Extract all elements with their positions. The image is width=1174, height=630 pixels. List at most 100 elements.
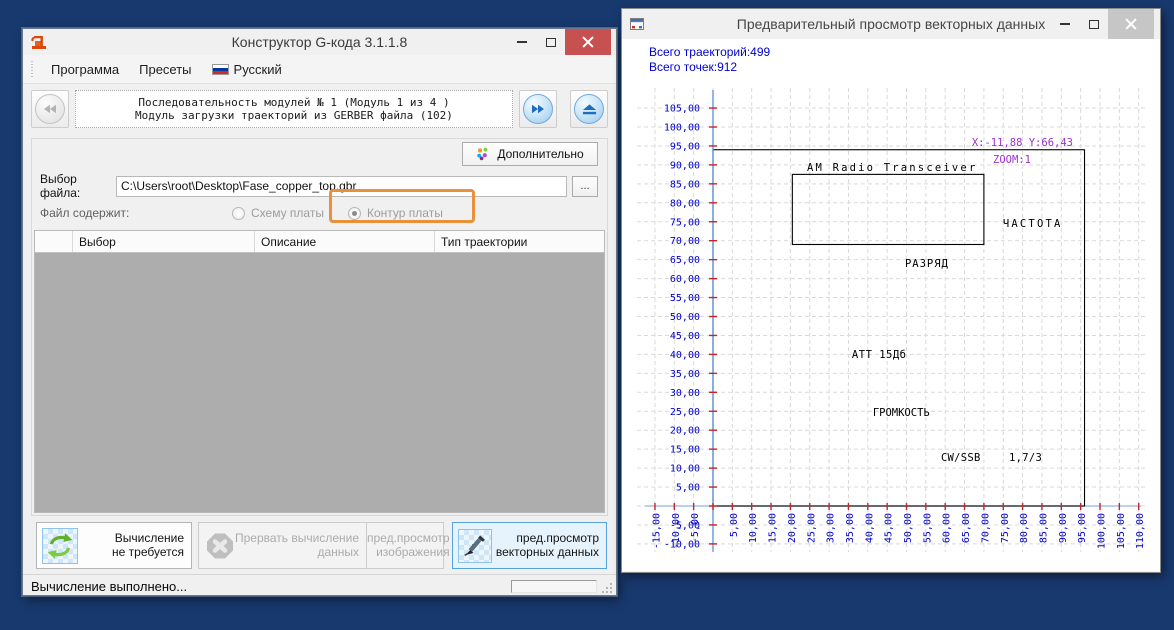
maximize-button[interactable] bbox=[1079, 9, 1108, 39]
resize-grip-icon[interactable] bbox=[600, 580, 614, 596]
module-sequence-display: Последовательность модулей № 1 (Модуль 1… bbox=[75, 90, 513, 128]
abort-calculation-button[interactable]: Прервать вычисление данных bbox=[198, 522, 367, 569]
browse-button[interactable]: ... bbox=[572, 175, 598, 197]
svg-text:X:-11,88 Y:66,43: X:-11,88 Y:66,43 bbox=[972, 137, 1073, 149]
minimize-icon bbox=[1059, 23, 1070, 25]
table-header-description[interactable]: Описание bbox=[255, 231, 435, 252]
abort-label-line2: данных bbox=[317, 544, 360, 559]
svg-text:РАЗРЯД: РАЗРЯД bbox=[905, 258, 949, 270]
maximize-icon bbox=[545, 37, 556, 47]
svg-text:55,00: 55,00 bbox=[922, 513, 933, 543]
svg-text:65,00: 65,00 bbox=[961, 513, 972, 543]
svg-text:35,00: 35,00 bbox=[670, 369, 700, 380]
status-text: Вычисление выполнено... bbox=[31, 578, 188, 594]
svg-text:80,00: 80,00 bbox=[1019, 513, 1030, 543]
highlight-annotation bbox=[329, 189, 475, 223]
table-header-choice[interactable]: Выбор bbox=[73, 231, 255, 252]
preview-client-area: Всего траекторий:499 Всего точек:912 AM … bbox=[622, 39, 1160, 571]
radio-board-schematic[interactable]: Схему платы bbox=[232, 206, 324, 220]
svg-text:50,00: 50,00 bbox=[670, 312, 700, 323]
maximize-icon bbox=[1088, 19, 1099, 29]
pen-curve-icon bbox=[458, 528, 492, 563]
svg-text:АТТ 15Дб: АТТ 15Дб bbox=[852, 349, 907, 361]
total-trajectories: Всего траекторий:499 bbox=[649, 45, 771, 59]
app-icon bbox=[31, 36, 46, 49]
svg-text:70,00: 70,00 bbox=[980, 513, 991, 543]
svg-text:55,00: 55,00 bbox=[670, 293, 700, 304]
svg-text:60,00: 60,00 bbox=[942, 513, 953, 543]
radio-unselected-icon bbox=[232, 206, 245, 220]
close-button[interactable] bbox=[565, 29, 611, 55]
table-header-trajectory-type[interactable]: Тип траектории bbox=[435, 231, 604, 252]
preview-vector-button[interactable]: пред.просмотр векторных данных bbox=[452, 522, 607, 569]
preview-window: Предварительный просмотр векторных данны… bbox=[621, 8, 1161, 573]
svg-text:100,00: 100,00 bbox=[1097, 513, 1108, 549]
gcode-titlebar[interactable]: Конструктор G-кода 3.1.1.8 bbox=[23, 29, 616, 55]
svg-text:AM Radio Transceiver: AM Radio Transceiver bbox=[807, 162, 977, 174]
preview-vector-line1: пред.просмотр bbox=[516, 531, 599, 545]
menu-presets[interactable]: Пресеты bbox=[129, 58, 201, 81]
menu-language[interactable]: Русский bbox=[202, 58, 292, 81]
svg-text:20,00: 20,00 bbox=[787, 513, 798, 543]
preview-vector-line2: векторных данных bbox=[495, 544, 599, 559]
svg-text:30,00: 30,00 bbox=[670, 388, 700, 399]
svg-text:45,00: 45,00 bbox=[670, 331, 700, 342]
winform-icon bbox=[630, 17, 644, 30]
svg-text:65,00: 65,00 bbox=[670, 255, 700, 266]
minimize-button[interactable] bbox=[507, 29, 536, 55]
preview-titlebar[interactable]: Предварительный просмотр векторных данны… bbox=[622, 9, 1160, 39]
preview-caption-buttons bbox=[1050, 9, 1160, 39]
svg-text:70,00: 70,00 bbox=[670, 236, 700, 247]
svg-text:ГРОМКОСТЬ: ГРОМКОСТЬ bbox=[873, 407, 930, 419]
svg-text:-5,00: -5,00 bbox=[670, 520, 700, 531]
svg-text:60,00: 60,00 bbox=[670, 274, 700, 285]
module-line1: Последовательность модулей № 1 (Модуль 1… bbox=[138, 96, 450, 109]
menu-grip-icon bbox=[31, 61, 33, 77]
vector-plot[interactable]: AM Radio Transceiver ЧАСТОТА РАЗРЯД АТТ 15Д… bbox=[637, 88, 1146, 552]
svg-text:50,00: 50,00 bbox=[903, 513, 914, 543]
svg-text:75,00: 75,00 bbox=[1000, 513, 1011, 543]
eject-module-button[interactable] bbox=[570, 90, 608, 128]
svg-text:85,00: 85,00 bbox=[1038, 513, 1049, 543]
table-body-empty[interactable] bbox=[35, 253, 604, 512]
svg-text:20,00: 20,00 bbox=[670, 426, 700, 437]
svg-text:ЧАСТОТА: ЧАСТОТА bbox=[1003, 218, 1063, 230]
next-module-button[interactable] bbox=[519, 90, 557, 128]
svg-text:100,00: 100,00 bbox=[664, 123, 700, 134]
svg-text:85,00: 85,00 bbox=[670, 179, 700, 190]
gcode-window: Конструктор G-кода 3.1.1.8 Программа Пре… bbox=[22, 28, 617, 596]
menu-program[interactable]: Программа bbox=[41, 58, 129, 81]
actions-toolbar: Вычисление не требуется Прервать вычисле… bbox=[27, 522, 607, 569]
prev-module-button[interactable] bbox=[31, 90, 69, 128]
statusbar: Вычисление выполнено... bbox=[23, 574, 616, 597]
svg-text:25,00: 25,00 bbox=[806, 513, 817, 543]
maximize-button[interactable] bbox=[536, 29, 565, 55]
svg-text:105,00: 105,00 bbox=[1116, 513, 1127, 549]
table-header-selector[interactable] bbox=[35, 231, 73, 252]
svg-text:95,00: 95,00 bbox=[1077, 513, 1088, 543]
calculate-button[interactable]: Вычисление не требуется bbox=[36, 522, 192, 569]
trajectories-table: Выбор Описание Тип траектории bbox=[34, 230, 605, 513]
svg-text:80,00: 80,00 bbox=[670, 198, 700, 209]
preview-image-button[interactable]: пред.просмотр изображения bbox=[367, 522, 450, 569]
svg-text:15,00: 15,00 bbox=[670, 445, 700, 456]
refresh-arrows-icon bbox=[42, 527, 78, 564]
minimize-button[interactable] bbox=[1050, 9, 1079, 39]
minimize-icon bbox=[516, 41, 527, 43]
advanced-button[interactable]: Дополнительно bbox=[462, 142, 598, 166]
svg-text:10,00: 10,00 bbox=[748, 513, 759, 543]
svg-text:25,00: 25,00 bbox=[670, 407, 700, 418]
svg-text:30,00: 30,00 bbox=[826, 513, 837, 543]
file-select-row: Выбор файла: ... bbox=[40, 172, 598, 200]
svg-text:5,00: 5,00 bbox=[729, 513, 740, 537]
svg-text:-15,00: -15,00 bbox=[651, 513, 662, 549]
progress-bar bbox=[511, 579, 597, 593]
svg-text:90,00: 90,00 bbox=[670, 160, 700, 171]
svg-text:5,00: 5,00 bbox=[676, 483, 700, 494]
close-icon bbox=[1125, 18, 1137, 30]
close-icon bbox=[582, 36, 594, 48]
svg-text:40,00: 40,00 bbox=[864, 513, 875, 543]
desktop: { "desktop": { "background": "#18396E" }… bbox=[0, 0, 1174, 630]
menubar: Программа Пресеты Русский bbox=[23, 55, 616, 84]
close-button[interactable] bbox=[1108, 9, 1154, 39]
